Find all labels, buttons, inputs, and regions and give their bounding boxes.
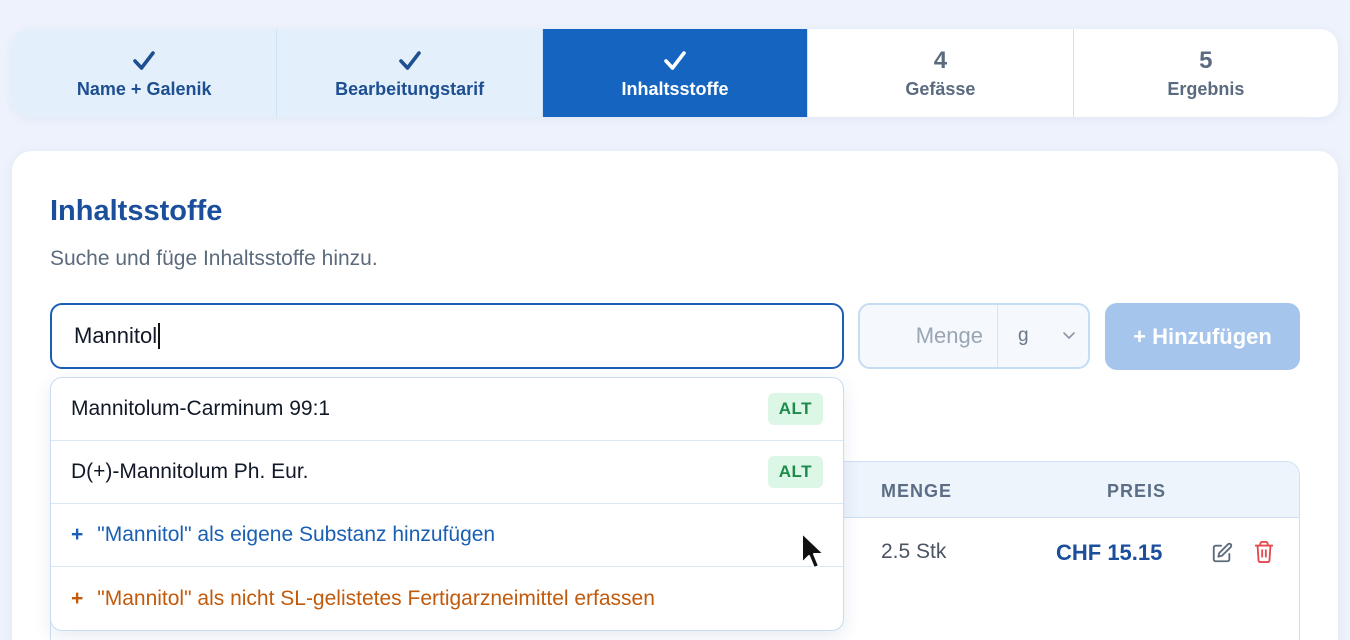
column-header-preis: PREIS [1107,481,1167,501]
step-bearbeitungstarif[interactable]: Bearbeitungstarif [277,29,543,117]
step-name-galenik[interactable]: Name + Galenik [12,29,278,117]
page-subtitle: Suche und füge Inhaltsstoffe hinzu. [50,247,378,270]
status-badge: ALT [767,393,823,425]
step-inhaltsstoffe[interactable]: Inhaltsstoffe [542,29,809,117]
check-icon [132,47,156,75]
step-label: Ergebnis [1167,78,1245,99]
search-input[interactable]: Mannitol [50,303,844,369]
page-title: Inhaltsstoffe [50,195,223,227]
chevron-down-icon [1063,332,1075,339]
row-quantity: 2.5 Stk [881,540,947,563]
unit-select[interactable]: g [998,305,1088,367]
trash-icon[interactable] [1253,540,1275,570]
status-badge: ALT [767,456,823,488]
add-button[interactable]: + Hinzufügen [1105,303,1300,370]
unit-value: g [1018,325,1029,346]
add-non-sl-label: "Mannitol" als nicht SL-gelistetes Ferti… [97,586,655,610]
search-value: Mannitol [74,323,158,348]
quantity-input[interactable]: Menge [860,305,998,367]
suggestion-label: Mannitolum-Carminum 99:1 [71,397,331,420]
add-custom-label: "Mannitol" als eigene Substanz hinzufüge… [97,523,496,546]
plus-icon: + [71,586,84,610]
step-ergebnis[interactable]: 5 Ergebnis [1074,29,1338,117]
step-label: Bearbeitungstarif [335,78,485,99]
step-label: Gefässe [905,78,976,99]
suggestion-label: D(+)-Mannitolum Ph. Eur. [71,460,309,483]
add-custom-substance-option[interactable]: + "Mannitol" als eigene Substanz hinzufü… [51,504,843,567]
step-label: Inhaltsstoffe [621,78,729,99]
edit-icon[interactable] [1211,542,1233,570]
text-caret [158,323,160,349]
add-non-sl-option[interactable]: + "Mannitol" als nicht SL-gelistetes Fer… [51,567,843,630]
mouse-cursor-icon [800,531,828,578]
stepper: Name + Galenik Bearbeitungstarif Inhalts… [12,29,1338,117]
step-label: Name + Galenik [76,78,212,99]
step-number: 4 [933,46,948,74]
suggestion-item[interactable]: D(+)-Mannitolum Ph. Eur. ALT [51,441,843,504]
step-gefaesse[interactable]: 4 Gefässe [808,29,1074,117]
autocomplete-dropdown: Mannitolum-Carminum 99:1 ALT D(+)-Mannit… [50,377,844,631]
plus-icon: + [71,523,84,546]
suggestion-item[interactable]: Mannitolum-Carminum 99:1 ALT [51,378,843,441]
step-number: 5 [1199,46,1213,74]
check-icon [398,47,422,75]
check-icon [663,47,687,75]
row-price: CHF 15.15 [1056,540,1163,565]
column-header-menge: MENGE [881,481,953,501]
quantity-group: Menge g [858,303,1090,369]
